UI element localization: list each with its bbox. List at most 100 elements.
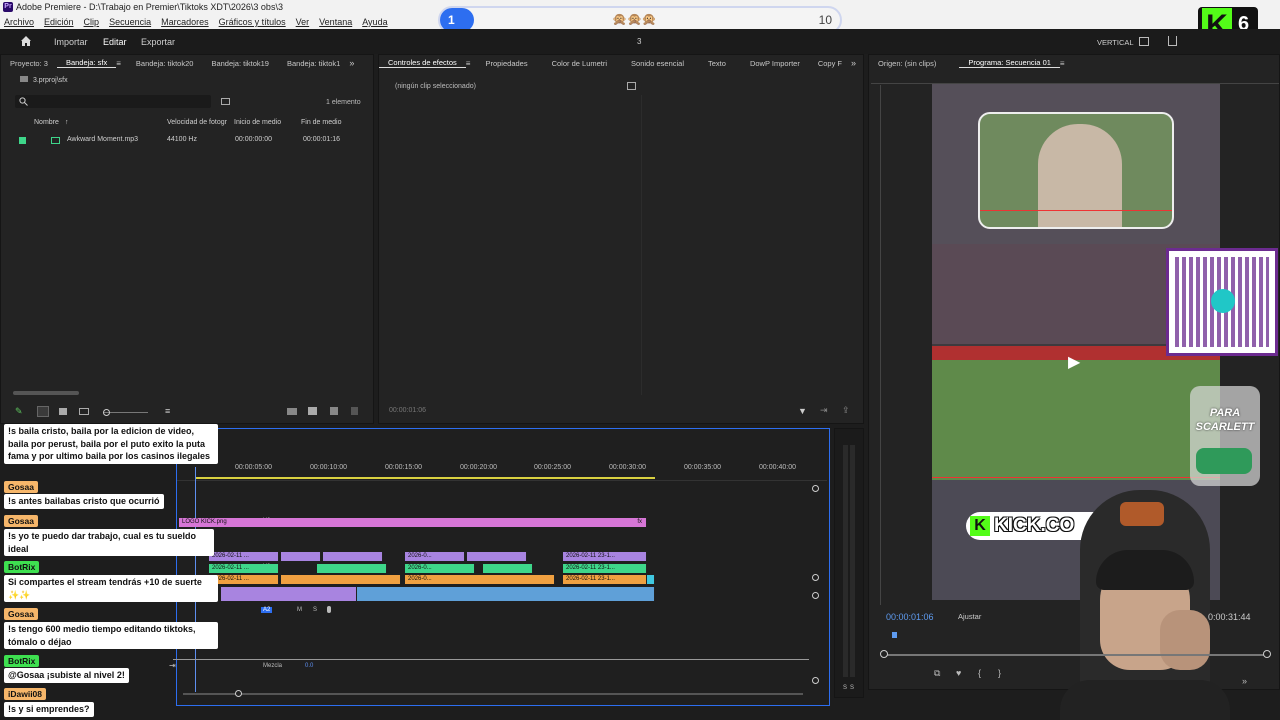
track-end-handle-4[interactable] xyxy=(812,677,819,684)
in-point-icon[interactable]: { xyxy=(978,668,981,678)
menu-archivo[interactable]: Archivo xyxy=(4,15,34,29)
logo-kick-clip[interactable]: LOGO KICK.png fx xyxy=(179,518,647,527)
settings-monitor-icon[interactable]: ⧉ xyxy=(934,668,940,679)
tab-bandeja-tiktok1[interactable]: Bandeja: tiktok1 xyxy=(278,59,349,68)
clip-v2-5[interactable]: 2026-02-11 23-1... xyxy=(563,564,647,573)
clip-v1-4[interactable]: 2026-02-11 23-1... xyxy=(563,575,647,584)
export-icon[interactable]: ⇪ xyxy=(842,405,850,416)
mute-label[interactable]: M xyxy=(297,607,302,613)
out-point-icon[interactable]: } xyxy=(998,668,1001,678)
tab-texto[interactable]: Texto xyxy=(699,59,735,68)
meter-solo-right[interactable]: S xyxy=(850,685,854,691)
tab-lumetri[interactable]: Color de Lumetri xyxy=(543,59,616,68)
zoom-handle[interactable] xyxy=(103,409,110,416)
marker-icon[interactable]: ♥ xyxy=(956,668,961,678)
clip-v2-1[interactable]: 2026-02-11 ... xyxy=(209,564,279,573)
track-end-handle-2[interactable] xyxy=(812,574,819,581)
tab-propiedades[interactable]: Propiedades xyxy=(476,59,536,68)
share-icon[interactable] xyxy=(1168,36,1177,46)
col-inicio[interactable]: Inicio de medio xyxy=(234,119,281,126)
zoom-slider[interactable] xyxy=(104,412,148,413)
scrub-end-handle[interactable] xyxy=(1263,650,1271,658)
workspace-label[interactable]: VERTICAL xyxy=(1097,38,1134,47)
filter-icon[interactable]: ▼ xyxy=(798,406,807,416)
tab-bandeja-tiktok20[interactable]: Bandeja: tiktok20 xyxy=(127,59,203,68)
solo-label[interactable]: S xyxy=(313,607,317,613)
menu-ver[interactable]: Ver xyxy=(296,15,310,29)
track-end-handle-3[interactable] xyxy=(812,592,819,599)
audio-clip-1[interactable] xyxy=(221,587,357,601)
automate-icon[interactable] xyxy=(287,408,297,415)
more-tabs-icon[interactable]: » xyxy=(349,58,354,68)
freeform-view-icon[interactable] xyxy=(79,408,89,415)
icon-view-icon[interactable] xyxy=(59,408,67,415)
new-bin-icon[interactable] xyxy=(221,98,230,105)
clip-v3-5[interactable] xyxy=(467,552,527,561)
clip-v2-3[interactable]: 2026-0... xyxy=(405,564,475,573)
clip-v1-2[interactable] xyxy=(281,575,401,584)
mezcla-value[interactable]: 0.0 xyxy=(305,663,313,669)
col-velocidad[interactable]: Velocidad de fotogr xyxy=(167,119,227,126)
track-end-handle-1[interactable] xyxy=(812,485,819,492)
nav-importar[interactable]: Importar xyxy=(54,37,88,47)
sort-icon[interactable]: ≡ xyxy=(165,406,170,416)
clip-v3-2[interactable] xyxy=(281,552,321,561)
clip-v1-3[interactable]: 2026-0... xyxy=(405,575,555,584)
trash-icon[interactable] xyxy=(351,407,358,415)
tab-programa[interactable]: Programa: Secuencia 01 xyxy=(959,58,1060,68)
home-icon[interactable] xyxy=(20,35,32,47)
scrub-start-handle[interactable] xyxy=(880,650,888,658)
menu-lines-icon[interactable]: ≡ xyxy=(466,59,471,68)
more-tabs-icon[interactable]: » xyxy=(851,58,856,68)
menu-clip[interactable]: Clip xyxy=(84,15,100,29)
menu-lines-icon[interactable]: ≡ xyxy=(116,59,121,68)
tab-controles-efectos[interactable]: Controles de efectos xyxy=(379,58,466,68)
clip-v3-6[interactable]: 2026-02-11 23-1... xyxy=(563,552,647,561)
clip-v3-1[interactable]: 2026-02-11 ... xyxy=(209,552,279,561)
tab-bandeja-sfx[interactable]: Bandeja: sfx xyxy=(56,58,117,68)
col-fin[interactable]: Fin de medio xyxy=(301,119,341,126)
tab-copy[interactable]: Copy F xyxy=(809,59,851,68)
list-item[interactable]: Awkward Moment.mp3 44100 Hz 00:00:00:00 … xyxy=(1,135,373,147)
mezcla-to-end-icon[interactable]: ⇥ xyxy=(169,661,176,670)
menu-lines-icon[interactable]: ≡ xyxy=(1060,59,1065,68)
menu-graficos[interactable]: Gráficos y títulos xyxy=(219,15,286,29)
work-area-bar[interactable] xyxy=(195,477,655,479)
program-timecode[interactable]: 00:00:01:06 xyxy=(886,612,934,622)
fit-dropdown[interactable]: Ajustar xyxy=(958,612,981,621)
menu-ventana[interactable]: Ventana xyxy=(319,15,352,29)
horizontal-scrollbar[interactable] xyxy=(13,391,79,395)
menu-secuencia[interactable]: Secuencia xyxy=(109,15,151,29)
playhead-marker-icon[interactable] xyxy=(892,632,897,638)
mic-icon[interactable] xyxy=(327,606,331,613)
panel-icon[interactable] xyxy=(1139,37,1149,46)
nav-exportar[interactable]: Exportar xyxy=(141,37,175,47)
clip-v1-1[interactable]: 2026-02-11 ... xyxy=(209,575,279,584)
audio-clip-2[interactable] xyxy=(357,587,655,601)
list-view-icon[interactable] xyxy=(37,406,49,417)
col-nombre[interactable]: Nombre xyxy=(34,119,59,126)
new-bin-footer-icon[interactable] xyxy=(308,407,317,415)
new-item-icon[interactable] xyxy=(330,407,338,415)
split-view-icon[interactable] xyxy=(627,82,636,90)
tab-bandeja-tiktok19[interactable]: Bandeja: tiktok19 xyxy=(202,59,278,68)
clip-v2-4[interactable] xyxy=(483,564,533,573)
menu-edicion[interactable]: Edición xyxy=(44,15,74,29)
clip-v1-5[interactable] xyxy=(647,575,655,584)
tab-dowp[interactable]: DowP Importer xyxy=(741,59,809,68)
menu-marcadores[interactable]: Marcadores xyxy=(161,15,209,29)
play-audio-icon[interactable]: ⇥ xyxy=(820,405,828,416)
timeline-zoom-scrollbar[interactable] xyxy=(183,693,803,695)
track-a2-label[interactable]: A2 xyxy=(261,607,273,613)
clip-v3-4[interactable]: 2026-0... xyxy=(405,552,465,561)
tab-proyecto[interactable]: Proyecto: 3 xyxy=(1,59,57,68)
clip-v3-3[interactable] xyxy=(323,552,383,561)
pencil-icon[interactable]: ✎ xyxy=(15,406,23,417)
more-controls-icon[interactable]: » xyxy=(1242,676,1247,686)
meter-solo-left[interactable]: S xyxy=(843,685,847,691)
tab-origen[interactable]: Origen: (sin clips) xyxy=(869,59,945,68)
timeline-zoom-handle[interactable] xyxy=(235,690,242,697)
tab-sonido-esencial[interactable]: Sonido esencial xyxy=(622,59,693,68)
menu-ayuda[interactable]: Ayuda xyxy=(362,15,387,29)
nav-editar[interactable]: Editar xyxy=(103,37,127,47)
